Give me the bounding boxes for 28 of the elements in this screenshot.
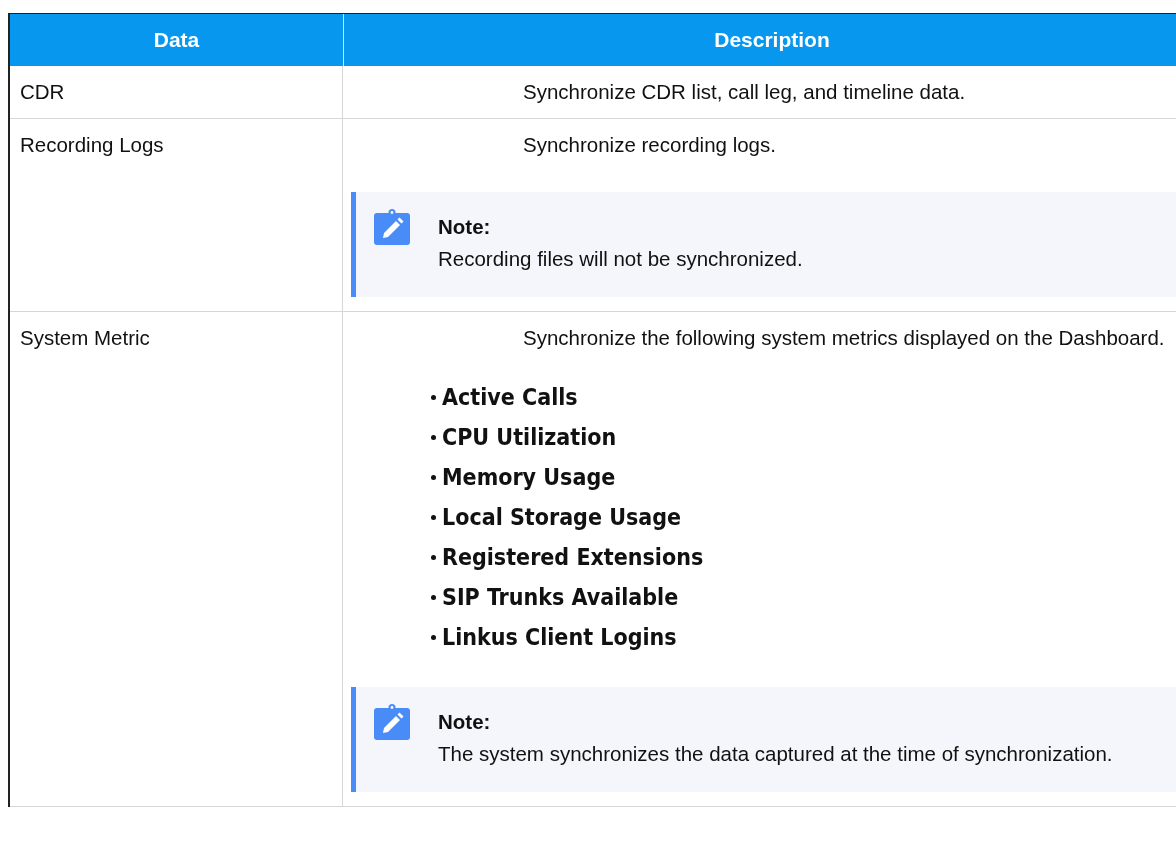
list-item: Active Calls [442, 383, 578, 412]
bullet-icon [431, 475, 436, 480]
table-cell-text: Synchronize the following system metrics displayed on the Dashboard. [522, 326, 1166, 350]
table-cell-text: Synchronize CDR list, call leg, and timeline data. [522, 80, 967, 104]
note-text: Recording files will not be synchronized. [438, 246, 803, 272]
list-item: SIP Trunks Available [442, 583, 679, 612]
bullet-icon [431, 555, 436, 560]
bullet-icon [431, 515, 436, 520]
clipboard-pencil-icon [374, 209, 410, 245]
list-item: Local Storage Usage [442, 503, 682, 532]
table-cell: Recording Logs [20, 133, 164, 156]
column-header: Description [713, 27, 831, 53]
table-cell-text: Synchronize recording logs. [522, 133, 777, 157]
note-title: Note: [438, 710, 492, 734]
list-item: CPU Utilization [442, 423, 617, 452]
column-header: Data [10, 14, 344, 66]
bullet-icon [431, 635, 436, 640]
bullet-icon [431, 435, 436, 440]
clipboard-pencil-icon [374, 704, 410, 740]
list-item: Linkus Client Logins [442, 623, 677, 652]
list-item: Memory Usage [442, 463, 616, 492]
note-title: Note: [438, 215, 492, 239]
table-cell: System Metric [20, 326, 150, 349]
bullet-icon [431, 395, 436, 400]
note-text: The system synchronizes the data captured at the time of synchronization. [438, 741, 1113, 767]
list-item: Registered Extensions [442, 543, 704, 572]
table-cell: CDR [20, 80, 65, 103]
bullet-icon [431, 595, 436, 600]
